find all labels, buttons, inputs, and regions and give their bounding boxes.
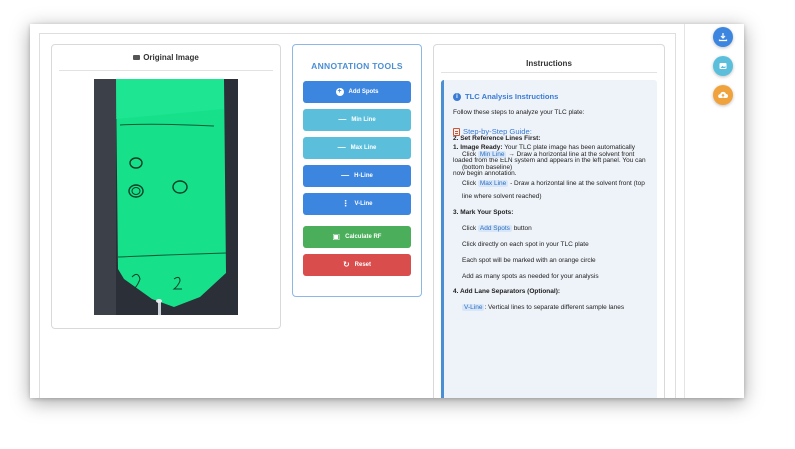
annotation-tools-title: ANNOTATION TOOLS [311,61,403,71]
instructions-intro: Follow these steps to analyze your TLC p… [453,109,585,116]
step-3-line-4: Add as many spots as needed for your ana… [462,272,599,280]
add-spots-tag: Add Spots [477,225,512,233]
h-line-label: H-Line [354,173,373,179]
download-icon [718,33,728,42]
info-icon: i [453,92,461,101]
instructions-heading-text: TLC Analysis Instructions [465,92,559,101]
step-3-line-2: Click directly on each spot in your TLC … [462,240,589,248]
reset-button[interactable]: ↻ Reset [303,254,411,276]
min-line-label: Min Line [351,117,376,123]
max-line-tag: Max Line [477,179,509,187]
plus-circle-icon: + [335,88,344,96]
sidebar-divider [684,24,685,398]
reset-label: Reset [354,262,372,268]
minus-icon: — [337,143,346,152]
add-spots-button[interactable]: + Add Spots [303,81,411,103]
add-spots-label: Add Spots [348,89,379,95]
h-line-button[interactable]: — H-Line [303,165,411,187]
divider [59,70,273,71]
divider [441,72,657,73]
step-3-click-text: Click [462,225,478,233]
step-2-click-text: Click [462,151,478,159]
original-image-title: Original Image [143,53,199,62]
cloud-upload-button[interactable] [713,85,733,105]
v-line-tag: V-Line [462,304,485,312]
step-3: 3. Mark Your Spots: [453,207,649,220]
instructions-title: Instructions [526,59,572,68]
minus-icon: — [338,115,347,124]
clipboard-icon [453,127,460,136]
annotation-tools-panel: ANNOTATION TOOLS + Add Spots — Min Line … [292,44,422,297]
download-button[interactable] [713,27,733,47]
v-line-label: V-Line [354,201,373,207]
image-icon [133,55,141,61]
step-3-title: 3. Mark Your Spots: [453,209,514,217]
min-line-tag: Min Line [477,151,507,159]
instructions-box: i TLC Analysis Instructions Follow these… [441,80,657,398]
calculate-rf-label: Calculate RF [345,234,382,240]
step-3-line-3: Each spot will be marked with an orange … [462,256,596,264]
step-3-line-1: Click Add Spots button [453,223,649,236]
instructions-heading: i TLC Analysis Instructions [453,92,649,101]
step-4-title: 4. Add Lane Separators (Optional): [453,288,561,296]
tlc-plate-image[interactable] [94,79,238,315]
v-line-button[interactable]: ⋮ V-Line [303,193,411,215]
original-image-header: Original Image [52,51,280,65]
max-line-label: Max Line [350,145,377,151]
calculate-rf-button[interactable]: ▣ Calculate RF [303,226,411,248]
image-icon [719,63,727,69]
step-4-line-1: V-Line: Vertical lines to separate diffe… [453,302,649,315]
min-line-button[interactable]: — Min Line [303,109,411,131]
main-content: Original Image ANNOTATION TOOLS + Add Sp… [39,33,676,398]
step-2-title: 2. Set Reference Lines First: [453,135,541,143]
step-2-max: Click Max Line - Draw a horizontal line … [453,178,649,204]
screen: Original Image ANNOTATION TOOLS + Add Sp… [0,0,795,449]
app-window: Original Image ANNOTATION TOOLS + Add Sp… [30,24,744,398]
refresh-icon: ↻ [342,260,350,269]
original-image-panel: Original Image [51,44,281,329]
image-button[interactable] [713,56,733,76]
minus-icon: — [341,171,350,180]
step-4: 4. Add Lane Separators (Optional): [453,286,649,299]
vertical-ellipsis-icon: ⋮ [341,199,350,208]
cloud-upload-icon [718,91,728,98]
instructions-panel: Instructions i TLC Analysis Instructions… [433,44,665,398]
step-4-text: : Vertical lines to separate different s… [484,304,625,312]
calculator-icon: ▣ [332,232,341,241]
step-3-button-text: button [511,225,532,233]
step-2-click-text: Click [462,179,478,187]
max-line-button[interactable]: — Max Line [303,137,411,159]
